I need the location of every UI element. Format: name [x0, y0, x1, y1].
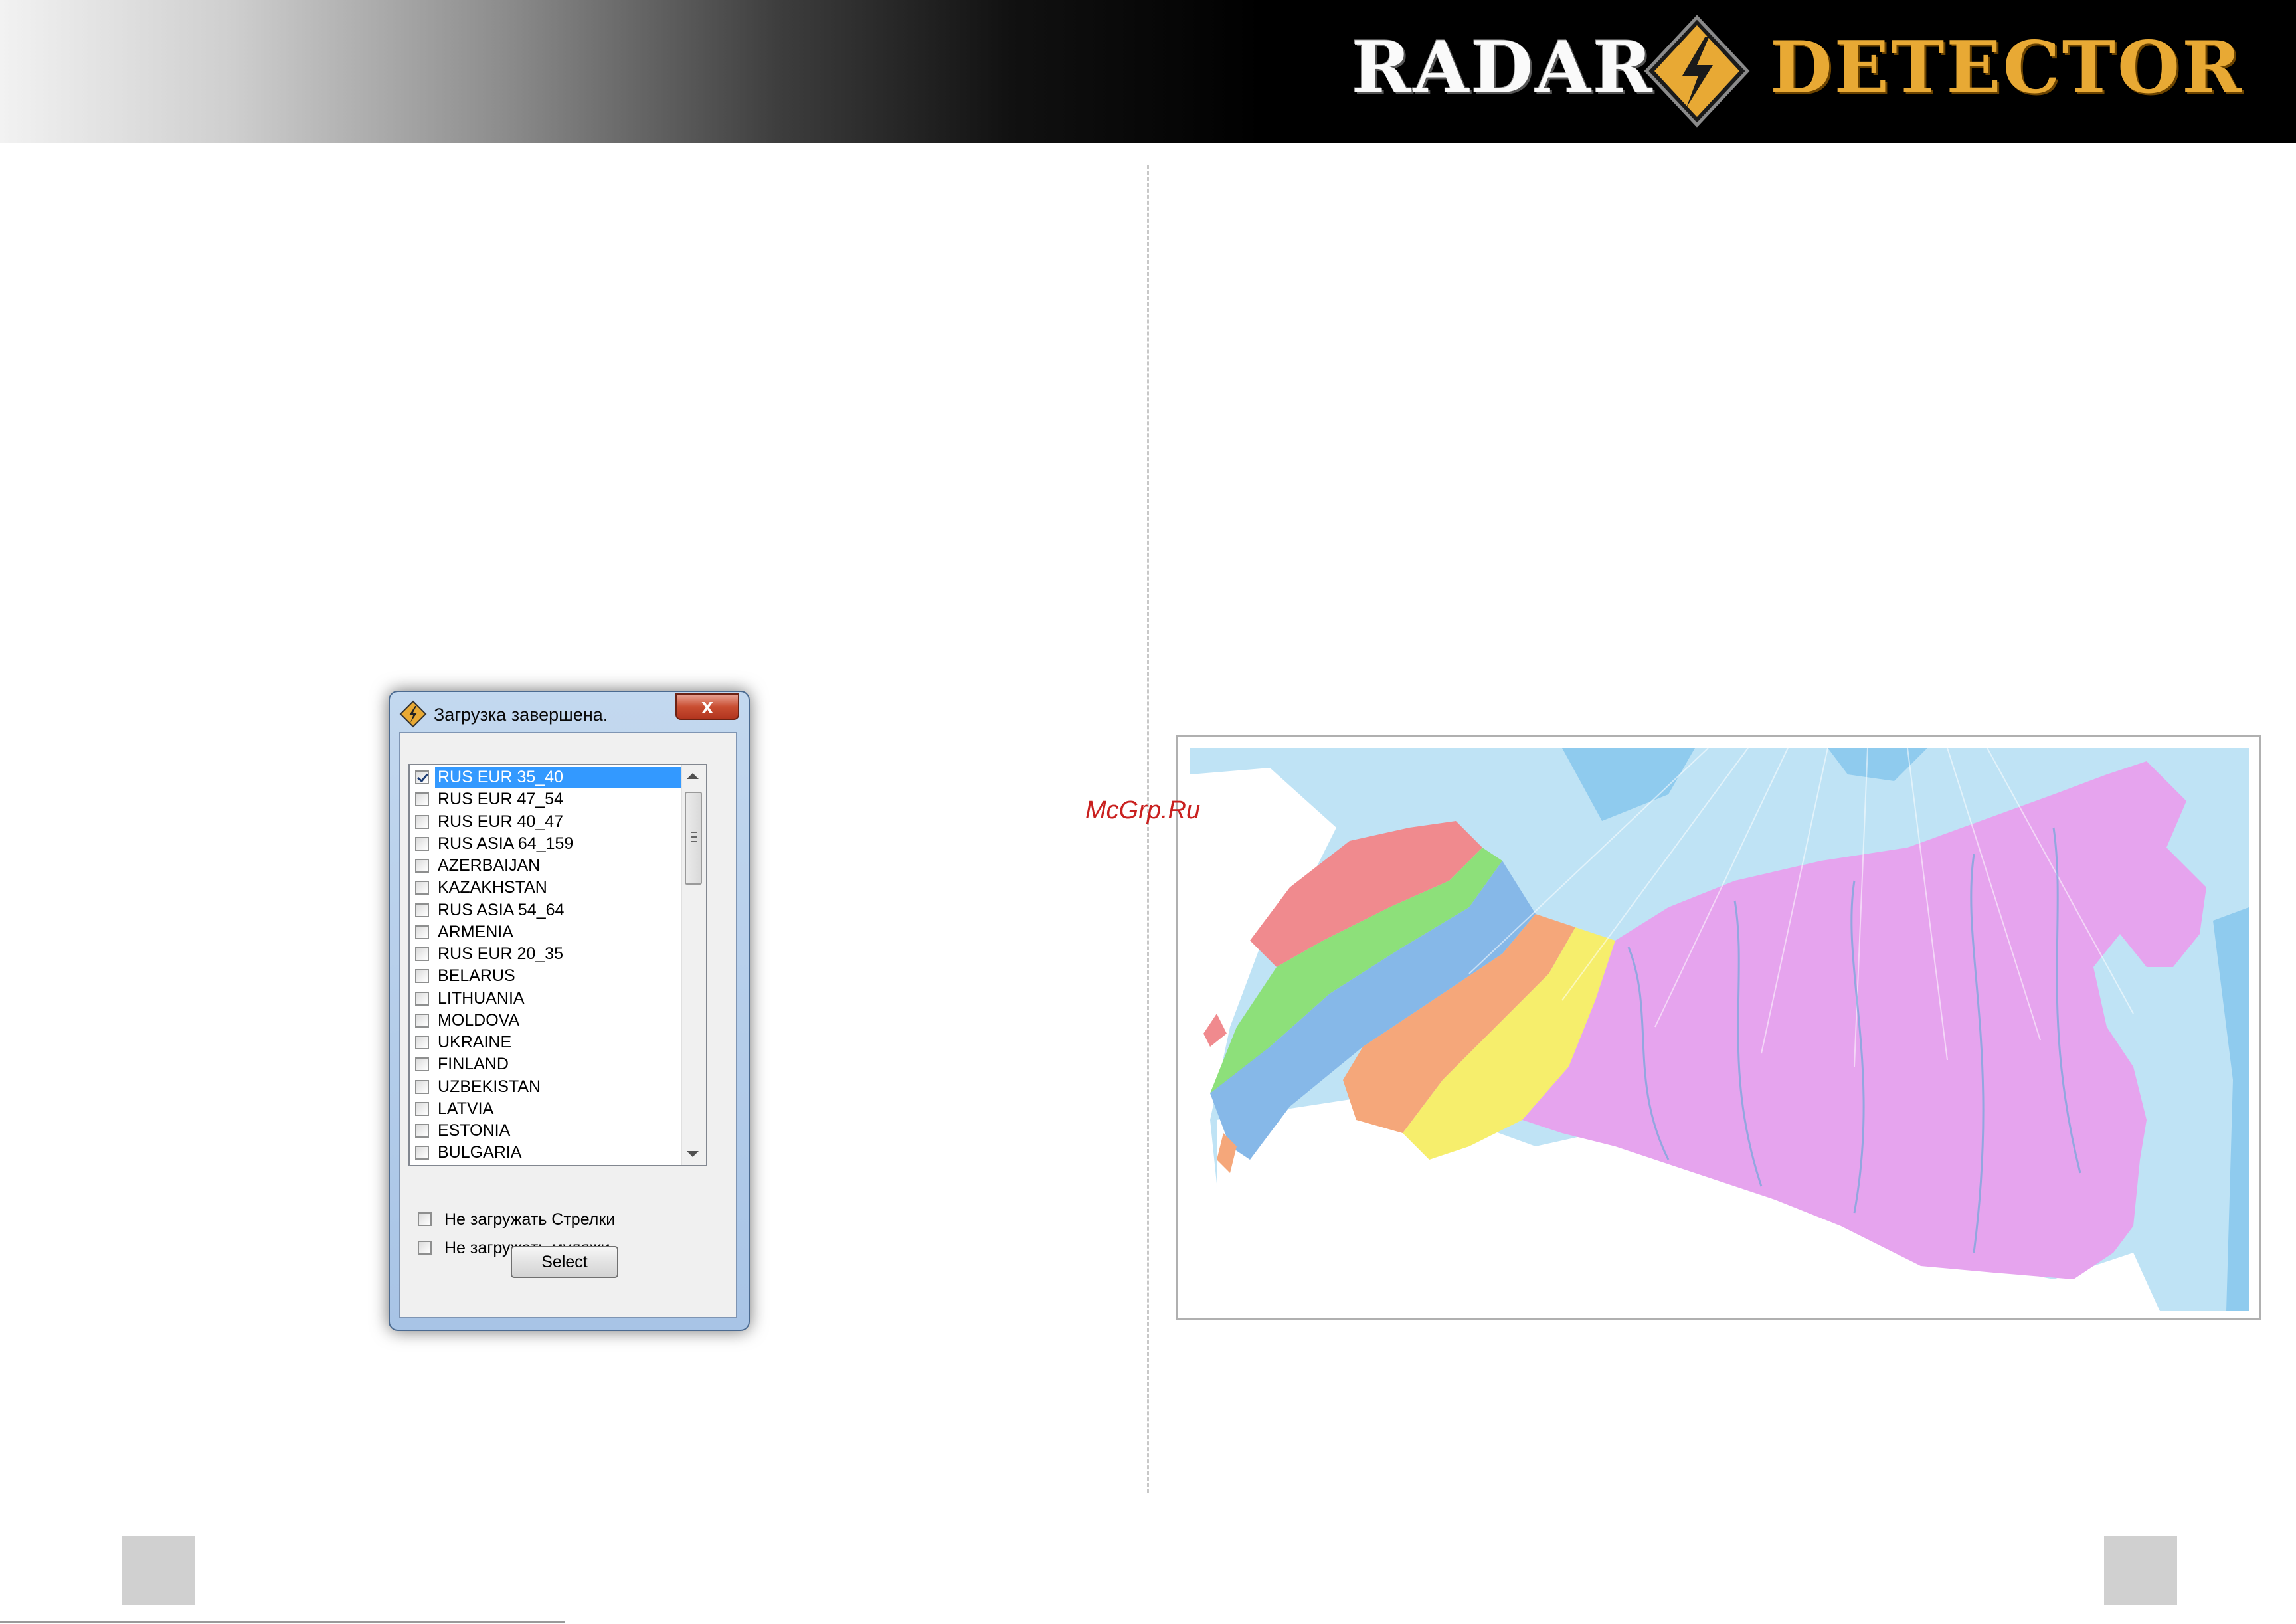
item-checkbox[interactable] [415, 836, 429, 851]
item-label: BELARUS [438, 966, 515, 986]
map-image [1190, 748, 2249, 1311]
item-label: RUS EUR 40_47 [438, 812, 563, 831]
header-banner: RADAR DETECTOR [0, 0, 2296, 143]
item-checkbox[interactable] [415, 1101, 429, 1116]
scroll-down-icon[interactable] [687, 1151, 699, 1157]
option-label: Не загружать Стрелки [444, 1210, 616, 1229]
dialog-content-layer: RUS EUR 35_40 RUS EUR 47_54 RUS EUR 40_47 R… [389, 691, 747, 1328]
page-number-tab-left [122, 1536, 195, 1605]
list-item[interactable]: LITHUANIA [411, 988, 682, 1010]
item-label: FINLAND [438, 1055, 509, 1074]
lightning-bolt-diamond-icon [1644, 15, 1750, 128]
checkbox-skip-dummies[interactable] [418, 1241, 432, 1255]
item-label: RUS ASIA 54_64 [438, 900, 565, 919]
item-checkbox[interactable] [415, 1013, 429, 1028]
item-checkbox[interactable] [415, 770, 429, 784]
item-checkbox[interactable] [415, 903, 429, 917]
list-item[interactable]: FINLAND [411, 1053, 682, 1075]
item-label: RUS ASIA 64_159 [438, 834, 574, 853]
list-item[interactable]: BULGARIA [411, 1142, 682, 1164]
item-checkbox[interactable] [415, 792, 429, 807]
russia-zones-map [1176, 735, 2261, 1320]
item-checkbox[interactable] [415, 947, 429, 961]
grip-line-icon [691, 832, 697, 833]
item-label: RUS EUR 47_54 [438, 790, 563, 809]
scroll-thumb[interactable] [685, 792, 702, 885]
list-item[interactable]: LATVIA [411, 1098, 682, 1120]
item-label: MOLDOVA [438, 1010, 520, 1030]
item-label: BULGARIA [438, 1143, 522, 1162]
list-scrollbar[interactable] [681, 765, 706, 1165]
page-divider [1147, 165, 1149, 1493]
list-item[interactable]: ESTONIA [411, 1120, 682, 1142]
item-checkbox[interactable] [415, 925, 429, 939]
item-checkbox[interactable] [415, 969, 429, 984]
logo-text-detector: DETECTOR [1770, 26, 2244, 110]
select-button[interactable]: Select [511, 1246, 618, 1278]
item-label: RUS EUR 35_40 [435, 767, 681, 788]
checkbox-skip-arrows[interactable] [418, 1212, 432, 1226]
grip-line-icon [691, 841, 697, 842]
item-label: UKRAINE [438, 1033, 512, 1051]
list-item[interactable]: BELARUS [411, 965, 682, 987]
list-item[interactable]: RUS ASIA 54_64 [411, 899, 682, 921]
logo-text-radar: RADAR [1352, 26, 1654, 110]
item-checkbox[interactable] [415, 991, 429, 1006]
item-checkbox[interactable] [415, 1146, 429, 1160]
list-item[interactable]: RUS EUR 40_47 [411, 811, 682, 833]
scroll-up-icon[interactable] [687, 773, 699, 779]
list-item[interactable]: AZERBAIJAN [411, 855, 682, 877]
list-item[interactable]: KAZAKHSTAN [411, 877, 682, 899]
item-label: RUS EUR 20_35 [438, 945, 563, 963]
item-label: KAZAKHSTAN [438, 878, 547, 897]
list-item[interactable]: UKRAINE [411, 1032, 682, 1053]
grip-line-icon [691, 836, 697, 838]
watermark-text: McGrp.Ru [1085, 796, 1201, 824]
list-item[interactable]: RUS EUR 47_54 [411, 788, 682, 810]
item-label: LITHUANIA [438, 988, 525, 1008]
item-checkbox[interactable] [415, 1057, 429, 1072]
item-checkbox[interactable] [415, 881, 429, 895]
footer-line [0, 1621, 565, 1623]
list-item[interactable]: MOLDOVA [411, 1010, 682, 1032]
item-checkbox[interactable] [415, 814, 429, 829]
list-item[interactable]: RUS ASIA 64_159 [411, 833, 682, 855]
list-item[interactable]: ARMENIA [411, 921, 682, 943]
item-label: ESTONIA [438, 1121, 511, 1140]
item-label: LATVIA [438, 1099, 494, 1118]
item-checkbox[interactable] [415, 859, 429, 873]
list-item[interactable]: RUS EUR 35_40 [411, 767, 682, 788]
item-label: ARMENIA [438, 922, 513, 941]
item-label: AZERBAIJAN [438, 856, 541, 875]
page-number-tab-right [2104, 1536, 2177, 1605]
item-checkbox[interactable] [415, 1079, 429, 1094]
list-item[interactable]: RUS EUR 20_35 [411, 943, 682, 965]
list-item[interactable]: UZBEKISTAN [411, 1076, 682, 1098]
item-label: UZBEKISTAN [438, 1077, 541, 1096]
item-checkbox[interactable] [415, 1036, 429, 1049]
region-listbox[interactable]: RUS EUR 35_40 RUS EUR 47_54 RUS EUR 40_47 R… [408, 764, 707, 1166]
item-checkbox[interactable] [415, 1124, 429, 1138]
